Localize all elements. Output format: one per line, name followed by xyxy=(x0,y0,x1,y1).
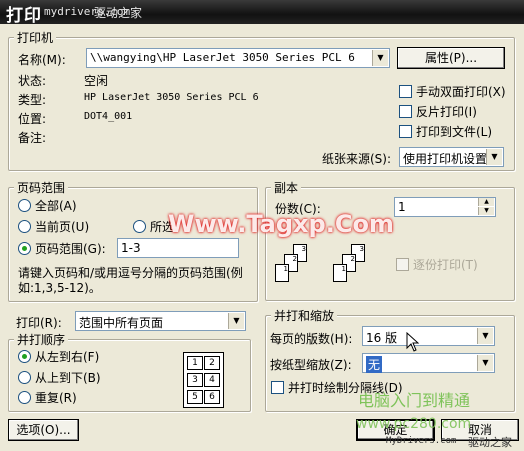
print-what-label: 打印(R): xyxy=(16,316,62,330)
draw-borders-checkbox[interactable] xyxy=(271,381,284,394)
manual-duplex-checkbox[interactable] xyxy=(399,85,412,98)
order-cell: 2 xyxy=(204,356,220,370)
window-title: 打印 xyxy=(6,6,42,26)
order-group-label: 并打顺序 xyxy=(14,331,69,348)
pages-per-sheet-label: 每页的版数(H): xyxy=(270,332,353,346)
paper-source-select[interactable]: 使用打印机设置 ▼ xyxy=(399,147,504,167)
reverse-print-label[interactable]: 反片打印(I) xyxy=(416,103,477,120)
order-left-to-right-label[interactable]: 从左到右(F) xyxy=(35,348,99,365)
title-bar[interactable]: 打印 mydrivers.com 驱动之家 xyxy=(0,0,524,26)
manual-duplex-label[interactable]: 手动双面打印(X) xyxy=(416,83,506,100)
print-to-file-checkbox[interactable] xyxy=(399,125,412,138)
where-label: 位置: xyxy=(18,112,47,126)
range-pages-label[interactable]: 页码范围(G): xyxy=(35,240,106,257)
pages-per-sheet-select[interactable]: 16 版 ▼ xyxy=(362,326,495,346)
copies-count-input[interactable]: 1 ▲ ▼ xyxy=(394,197,496,217)
where-value: DOT4_001 xyxy=(84,111,133,122)
printer-group-label: 打印机 xyxy=(14,29,57,46)
pages-input-value: 1-3 xyxy=(121,241,141,255)
order-cell: 4 xyxy=(204,373,220,387)
title-watermark-cn: 驱动之家 xyxy=(94,6,143,20)
footer-watermark-cn: 驱动之家 xyxy=(468,436,512,449)
paper-source-value: 使用打印机设置 xyxy=(403,152,488,166)
comment-label: 备注: xyxy=(18,131,47,145)
scale-value: 无 xyxy=(366,356,383,373)
print-dialog: 打印 mydrivers.com 驱动之家 打印机 名称(M): \\wangy… xyxy=(0,0,524,451)
collate-label[interactable]: 逐份打印(T) xyxy=(413,256,478,273)
order-left-to-right-radio[interactable] xyxy=(18,350,31,363)
chevron-down-icon[interactable]: ▼ xyxy=(477,328,493,344)
status-label: 状态: xyxy=(18,74,47,88)
print-what-select[interactable]: 范围中所有页面 ▼ xyxy=(75,311,246,331)
range-selection-radio[interactable] xyxy=(133,220,146,233)
paper-source-label: 纸张来源(S): xyxy=(322,152,392,166)
chevron-down-icon[interactable]: ▼ xyxy=(477,355,493,371)
order-top-to-bottom-label[interactable]: 从上到下(B) xyxy=(35,369,101,386)
range-all-label[interactable]: 全部(A) xyxy=(35,197,77,214)
page-range-label: 页码范围 xyxy=(14,179,69,196)
scale-label: 按纸型缩放(Z): xyxy=(270,358,352,372)
type-value: HP LaserJet 3050 Series PCL 6 xyxy=(84,92,259,103)
printer-name-select[interactable]: \\wangying\HP LaserJet 3050 Series PCL 6… xyxy=(86,48,390,68)
page-icon: 1 xyxy=(275,264,289,282)
order-cell: 6 xyxy=(204,390,220,404)
page-icon: 1 xyxy=(333,264,347,282)
pages-per-sheet-value: 16 版 xyxy=(366,331,398,345)
page-range-hint: 请键入页码和/或用逗号分隔的页码范围(例如:1,3,5-12)。 xyxy=(18,266,243,295)
footer-watermark-url: MyDrivers.com xyxy=(386,436,457,446)
status-value: 空闲 xyxy=(84,74,109,88)
range-current-radio[interactable] xyxy=(18,220,31,233)
chevron-down-icon[interactable]: ▼ xyxy=(486,149,502,165)
mouse-cursor-icon xyxy=(406,332,420,352)
printer-name-value: \\wangying\HP LaserJet 3050 Series PCL 6 xyxy=(90,51,355,64)
print-what-value: 范围中所有页面 xyxy=(79,316,164,330)
order-repeat-radio[interactable] xyxy=(18,391,31,404)
reverse-print-checkbox[interactable] xyxy=(399,105,412,118)
copies-count-value: 1 xyxy=(398,200,406,214)
center-watermark: Www.Tagxp.Com xyxy=(168,210,394,238)
order-cell: 5 xyxy=(187,390,203,404)
copies-group-label: 副本 xyxy=(271,179,302,196)
chevron-down-icon[interactable]: ▼ xyxy=(372,50,388,66)
type-label: 类型: xyxy=(18,93,47,107)
chevron-down-icon[interactable]: ▼ xyxy=(228,313,244,329)
collate-checkbox[interactable] xyxy=(396,258,409,271)
range-current-label[interactable]: 当前页(U) xyxy=(35,218,89,235)
green-watermark-url: www.pc280.com xyxy=(356,416,472,432)
order-cell: 3 xyxy=(187,373,203,387)
spin-up-icon[interactable]: ▲ xyxy=(478,198,494,206)
green-watermark: 电脑入门到精通 xyxy=(358,391,471,410)
order-preview: 1 2 3 4 5 6 xyxy=(183,352,224,408)
range-all-radio[interactable] xyxy=(18,199,31,212)
zoom-group-label: 并打和缩放 xyxy=(271,307,338,324)
print-to-file-label[interactable]: 打印到文件(L) xyxy=(416,123,492,140)
order-cell: 1 xyxy=(187,356,203,370)
properties-button[interactable]: 属性(P)... xyxy=(397,47,505,69)
scale-select[interactable]: 无 ▼ xyxy=(362,353,495,373)
order-repeat-label[interactable]: 重复(R) xyxy=(35,389,77,406)
range-pages-radio[interactable] xyxy=(18,242,31,255)
spin-down-icon[interactable]: ▼ xyxy=(478,207,494,215)
options-button[interactable]: 选项(O)... xyxy=(8,419,79,441)
order-top-to-bottom-radio[interactable] xyxy=(18,371,31,384)
printer-name-label: 名称(M): xyxy=(18,53,66,67)
pages-input[interactable]: 1-3 xyxy=(117,238,239,258)
